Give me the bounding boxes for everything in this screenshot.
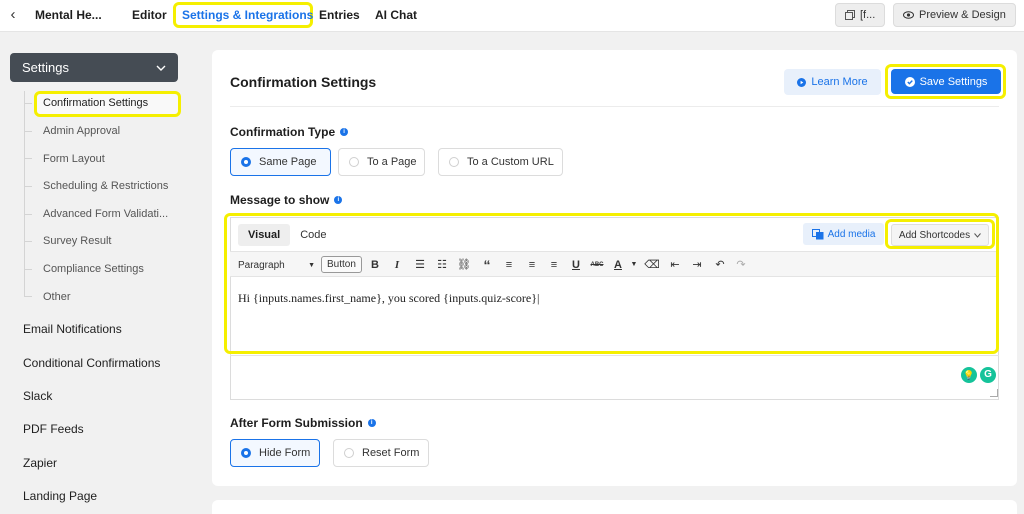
sidebar-item-slack[interactable]: Slack — [23, 389, 52, 403]
sidebar-item-survey-result[interactable]: Survey Result — [43, 235, 111, 247]
tree-line — [24, 91, 25, 297]
save-settings-button[interactable]: Save Settings — [891, 69, 1001, 94]
radio-hide-form[interactable]: Hide Form — [230, 439, 320, 467]
after-submission-text: After Form Submission — [230, 416, 363, 430]
settings-menu-label: Settings — [22, 60, 69, 75]
tab-settings-integrations[interactable]: Settings & Integrations — [182, 8, 313, 22]
sidebar-item-other[interactable]: Other — [43, 291, 71, 303]
header-divider — [230, 106, 999, 107]
preview-label: Preview & Design — [919, 9, 1006, 21]
sidebar-item-pdf-feeds[interactable]: PDF Feeds — [23, 422, 84, 436]
sidebar-item-compliance[interactable]: Compliance Settings — [43, 263, 144, 275]
play-circle-icon — [797, 77, 807, 87]
tab-ai-chat[interactable]: AI Chat — [375, 8, 417, 22]
sidebar-item-form-layout[interactable]: Form Layout — [43, 153, 105, 165]
message-label-text: Message to show — [230, 193, 330, 207]
radio-reset-form[interactable]: Reset Form — [333, 439, 429, 467]
tree-tick — [24, 186, 32, 187]
sidebar-item-landing-page[interactable]: Landing Page — [23, 489, 97, 503]
grammarly-bulb-icon[interactable]: 💡 — [961, 367, 977, 383]
radio-to-a-page[interactable]: To a Page — [338, 148, 425, 176]
message-label: Message to show i — [230, 193, 343, 207]
radio-reset-form-label: Reset Form — [362, 447, 420, 459]
learn-more-label: Learn More — [811, 76, 868, 88]
tree-tick — [24, 241, 32, 242]
next-card — [212, 500, 1017, 514]
back-chevron-icon[interactable]: ‹ — [6, 7, 20, 23]
radio-circle-icon — [449, 157, 459, 167]
radio-circle-icon — [344, 448, 354, 458]
radio-to-a-page-label: To a Page — [367, 156, 417, 168]
sidebar-item-zapier[interactable]: Zapier — [23, 456, 57, 470]
radio-circle-icon — [349, 157, 359, 167]
tree-tick — [24, 296, 32, 297]
confirmation-type-text: Confirmation Type — [230, 125, 336, 139]
settings-sidebar: Settings Confirmation Settings Admin App… — [0, 33, 195, 514]
confirmation-settings-card: Confirmation Settings Learn More Save Se… — [212, 50, 1017, 486]
tab-editor[interactable]: Editor — [132, 8, 167, 22]
radio-circle-icon — [241, 448, 251, 458]
editor-highlight — [224, 213, 999, 354]
copy-icon — [845, 10, 855, 20]
tab-entries[interactable]: Entries — [319, 8, 360, 22]
confirmation-type-label: Confirmation Type i — [230, 125, 349, 139]
tree-tick — [24, 103, 32, 104]
sidebar-item-conditional-confirmations[interactable]: Conditional Confirmations — [23, 356, 160, 370]
resize-handle-icon[interactable] — [990, 389, 998, 397]
save-settings-label: Save Settings — [919, 75, 988, 88]
form-name[interactable]: Mental He... — [35, 8, 102, 22]
radio-circle-icon — [241, 157, 251, 167]
sidebar-item-email-notifications[interactable]: Email Notifications — [23, 322, 122, 336]
tree-tick — [24, 131, 32, 132]
tree-tick — [24, 214, 32, 215]
info-icon: i — [334, 196, 343, 204]
learn-more-button[interactable]: Learn More — [784, 69, 881, 95]
editor-divider — [230, 355, 999, 356]
radio-custom-url[interactable]: To a Custom URL — [438, 148, 563, 176]
grammarly-icon[interactable]: G — [980, 367, 996, 383]
sidebar-item-admin-approval[interactable]: Admin Approval — [43, 125, 120, 137]
shortcode-label: [f... — [860, 9, 876, 21]
shortcode-copy-button[interactable]: [f... — [835, 3, 886, 27]
info-icon: i — [340, 128, 349, 136]
sidebar-item-scheduling[interactable]: Scheduling & Restrictions — [43, 180, 168, 192]
top-bar: ‹ Mental He... Editor Settings & Integra… — [0, 0, 1024, 32]
preview-design-button[interactable]: Preview & Design — [893, 3, 1016, 27]
info-icon: i — [367, 419, 376, 427]
page-title: Confirmation Settings — [230, 74, 377, 90]
radio-same-page-label: Same Page — [259, 156, 317, 168]
radio-hide-form-label: Hide Form — [259, 447, 311, 459]
sidebar-item-confirmation-settings[interactable]: Confirmation Settings — [43, 97, 148, 109]
sidebar-item-advanced-validation[interactable]: Advanced Form Validati... — [43, 208, 168, 220]
tree-tick — [24, 158, 32, 159]
eye-icon — [903, 11, 914, 19]
radio-same-page[interactable]: Same Page — [230, 148, 331, 176]
after-submission-label: After Form Submission i — [230, 416, 376, 430]
check-circle-icon — [904, 76, 915, 87]
settings-menu-toggle[interactable]: Settings — [10, 53, 178, 82]
chevron-down-icon — [156, 65, 166, 71]
radio-custom-url-label: To a Custom URL — [467, 156, 554, 168]
tree-tick — [24, 269, 32, 270]
